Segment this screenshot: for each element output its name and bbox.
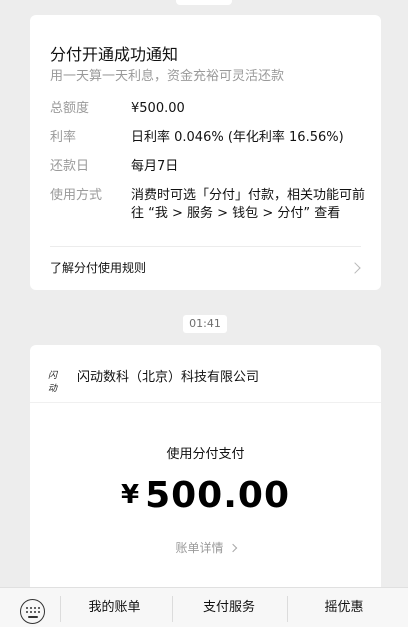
- usage-rules-label: 了解分付使用规则: [50, 261, 147, 275]
- row-value: 每月7日: [131, 159, 179, 174]
- bill-detail-link[interactable]: 账单详情: [30, 539, 381, 556]
- row-usage-method: 使用方式 消费时可选「分付」付款，相关功能可前往 “我 > 服务 > 钱包 > …: [50, 187, 365, 227]
- row-key: 总额度: [50, 101, 90, 116]
- usage-rules-link[interactable]: 了解分付使用规则: [50, 255, 381, 281]
- bill-detail-label: 账单详情: [175, 541, 224, 555]
- payment-card[interactable]: 闪动 闪动数科（北京）科技有限公司 使用分付支付 ¥500.00 账单详情: [30, 345, 381, 590]
- message-timestamp: 01:41: [183, 315, 227, 333]
- chevron-right-icon: [349, 262, 361, 274]
- currency-symbol: ¥: [120, 480, 140, 510]
- pay-method-label: 使用分付支付: [166, 447, 245, 462]
- previous-message-edge: [176, 0, 232, 5]
- row-key: 利率: [50, 130, 77, 145]
- row-value: 消费时可选「分付」付款，相关功能可前往 “我 > 服务 > 钱包 > 分付” 查…: [131, 188, 366, 221]
- merchant-logo: 闪动: [48, 371, 57, 394]
- row-value: 日利率 0.046% (年化利率 16.56%): [131, 130, 344, 145]
- notice-title: 分付开通成功通知: [50, 45, 179, 64]
- row-repayment-day: 还款日 每月7日: [50, 158, 365, 176]
- row-total-limit: 总额度 ¥500.00: [50, 100, 365, 118]
- bottom-menu-bar: 我的账单 支付服务 摇优惠: [0, 587, 408, 627]
- chevron-right-icon: [228, 543, 237, 553]
- row-value: ¥500.00: [131, 101, 185, 116]
- amount-value: 500.00: [145, 475, 290, 516]
- keyboard-icon[interactable]: [20, 599, 45, 624]
- menu-shake-discounts[interactable]: 摇优惠: [288, 588, 400, 627]
- divider: [50, 246, 361, 247]
- divider: [30, 402, 381, 403]
- menu-my-bills[interactable]: 我的账单: [61, 588, 168, 627]
- activation-notice-card: 分付开通成功通知 用一天算一天利息，资金充裕可灵活还款 总额度 ¥500.00 …: [30, 15, 381, 290]
- row-key: 还款日: [50, 159, 90, 174]
- notice-subtitle: 用一天算一天利息，资金充裕可灵活还款: [50, 69, 285, 84]
- row-interest-rate: 利率 日利率 0.046% (年化利率 16.56%): [50, 129, 365, 147]
- payment-amount: ¥500.00: [30, 475, 381, 516]
- menu-payment-services[interactable]: 支付服务: [173, 588, 285, 627]
- row-key: 使用方式: [50, 188, 103, 203]
- merchant-name: 闪动数科（北京）科技有限公司: [77, 370, 260, 385]
